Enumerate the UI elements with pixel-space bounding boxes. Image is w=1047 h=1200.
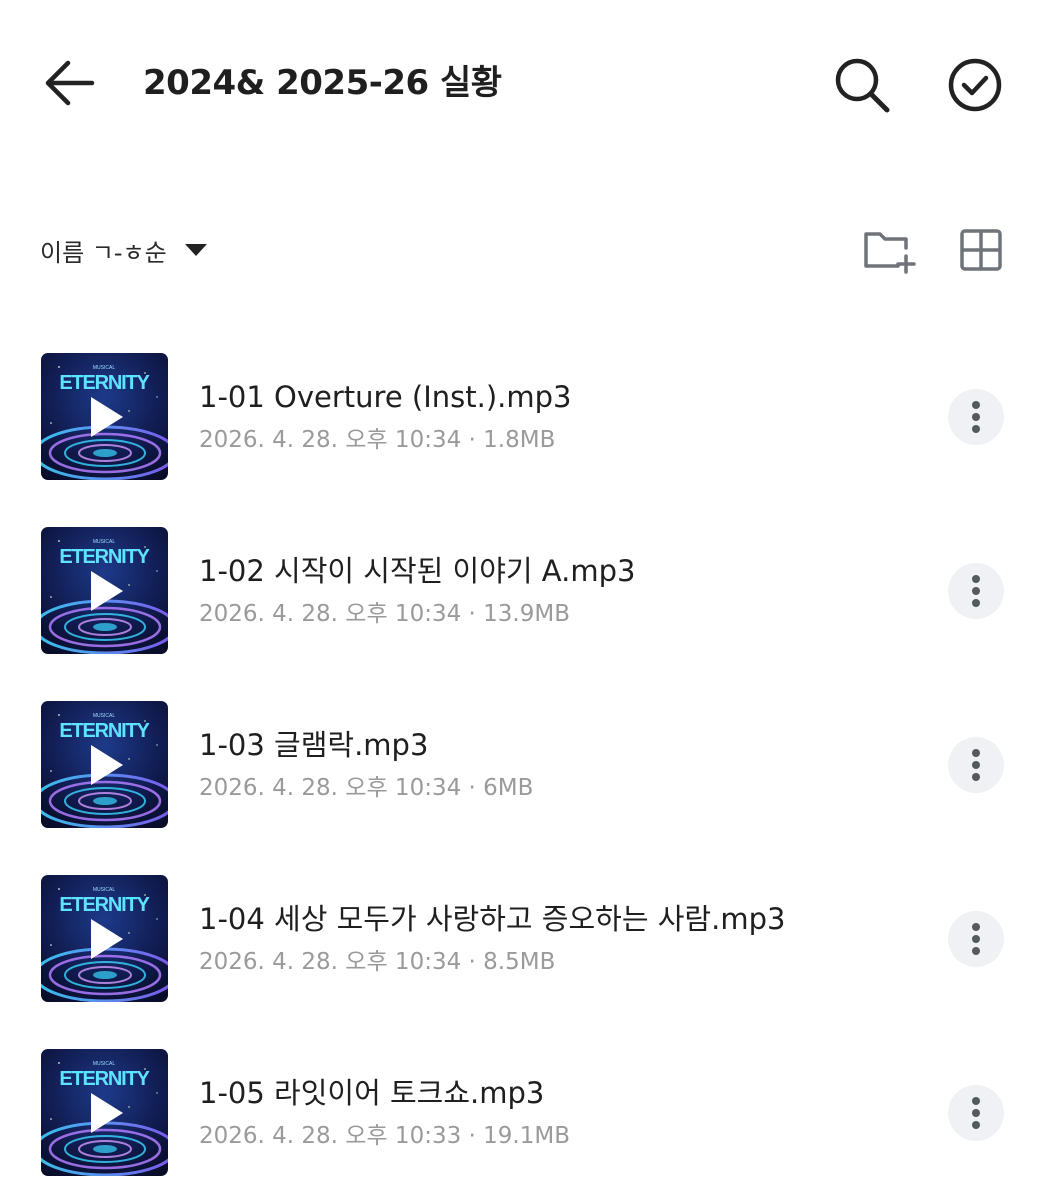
thumbnail-title: ETERNITY: [59, 1068, 150, 1090]
album-art-thumbnail: MUSICAL ETERNITY: [41, 527, 168, 654]
file-name: 1-01 Overture (Inst.).mp3: [199, 380, 572, 414]
more-vertical-icon: [972, 1097, 980, 1129]
new-folder-button[interactable]: [862, 226, 916, 276]
thumbnail-title: ETERNITY: [59, 720, 150, 742]
caret-down-icon: [184, 244, 207, 256]
file-meta: 2026. 4. 28. 오후 10:33 · 19.1MB: [199, 1123, 570, 1149]
sort-dropdown[interactable]: 이름 ㄱ-ㅎ순: [40, 228, 209, 272]
sort-label: 이름 ㄱ-ㅎ순: [40, 238, 167, 267]
more-vertical-icon: [972, 575, 980, 607]
thumbnail-title: ETERNITY: [59, 372, 150, 394]
check-circle-icon: [948, 58, 1002, 112]
more-vertical-icon: [972, 923, 980, 955]
search-icon: [835, 58, 890, 113]
grid-view-button[interactable]: [956, 226, 1006, 274]
more-options-button[interactable]: [948, 389, 1004, 445]
grid-view-icon: [960, 229, 1002, 271]
album-art-thumbnail: MUSICAL ETERNITY: [41, 701, 168, 828]
file-meta: 2026. 4. 28. 오후 10:34 · 8.5MB: [199, 949, 556, 975]
folder-plus-icon: [864, 232, 916, 274]
file-row[interactable]: MUSICAL ETERNITY 1-05 라잇이어 토크쇼.mp3 2026.…: [0, 1026, 1047, 1200]
more-options-button[interactable]: [948, 563, 1004, 619]
file-name: 1-02 시작이 시작된 이야기 A.mp3: [199, 554, 636, 588]
file-meta: 2026. 4. 28. 오후 10:34 · 6MB: [199, 775, 534, 801]
more-options-button[interactable]: [948, 1085, 1004, 1141]
album-art-thumbnail: MUSICAL ETERNITY: [41, 875, 168, 1002]
file-name: 1-05 라잇이어 토크쇼.mp3: [199, 1076, 545, 1110]
arrow-left-icon: [45, 60, 95, 106]
svg-text:MUSICAL: MUSICAL: [93, 365, 115, 371]
file-row[interactable]: MUSICAL ETERNITY 1-01 Overture (Inst.).m…: [0, 330, 1047, 504]
file-name: 1-04 세상 모두가 사랑하고 증오하는 사람.mp3: [199, 902, 786, 936]
svg-text:MUSICAL: MUSICAL: [93, 1061, 115, 1067]
select-mode-button[interactable]: [944, 55, 1006, 115]
thumbnail-title: ETERNITY: [59, 894, 150, 916]
back-button[interactable]: [40, 55, 100, 111]
more-options-button[interactable]: [948, 737, 1004, 793]
more-options-button[interactable]: [948, 911, 1004, 967]
svg-text:MUSICAL: MUSICAL: [93, 713, 115, 719]
file-browser: 2024& 2025-26 실황 이름 ㄱ-ㅎ순 MUSICAL ETERNIT…: [0, 0, 1047, 1200]
more-vertical-icon: [972, 401, 980, 433]
page-title: 2024& 2025-26 실황: [143, 63, 502, 103]
file-meta: 2026. 4. 28. 오후 10:34 · 13.9MB: [199, 601, 570, 627]
file-row[interactable]: MUSICAL ETERNITY 1-02 시작이 시작된 이야기 A.mp3 …: [0, 504, 1047, 678]
thumbnail-title: ETERNITY: [59, 546, 150, 568]
svg-text:MUSICAL: MUSICAL: [93, 539, 115, 545]
album-art-thumbnail: MUSICAL ETERNITY: [41, 1049, 168, 1176]
search-button[interactable]: [832, 55, 894, 115]
file-name: 1-03 글램락.mp3: [199, 728, 429, 762]
more-vertical-icon: [972, 749, 980, 781]
album-art-thumbnail: MUSICAL ETERNITY: [41, 353, 168, 480]
file-meta: 2026. 4. 28. 오후 10:34 · 1.8MB: [199, 427, 556, 453]
svg-text:MUSICAL: MUSICAL: [93, 887, 115, 893]
file-row[interactable]: MUSICAL ETERNITY 1-04 세상 모두가 사랑하고 증오하는 사…: [0, 852, 1047, 1026]
file-row[interactable]: MUSICAL ETERNITY 1-03 글램락.mp3 2026. 4. 2…: [0, 678, 1047, 852]
header: 2024& 2025-26 실황: [0, 0, 1047, 170]
